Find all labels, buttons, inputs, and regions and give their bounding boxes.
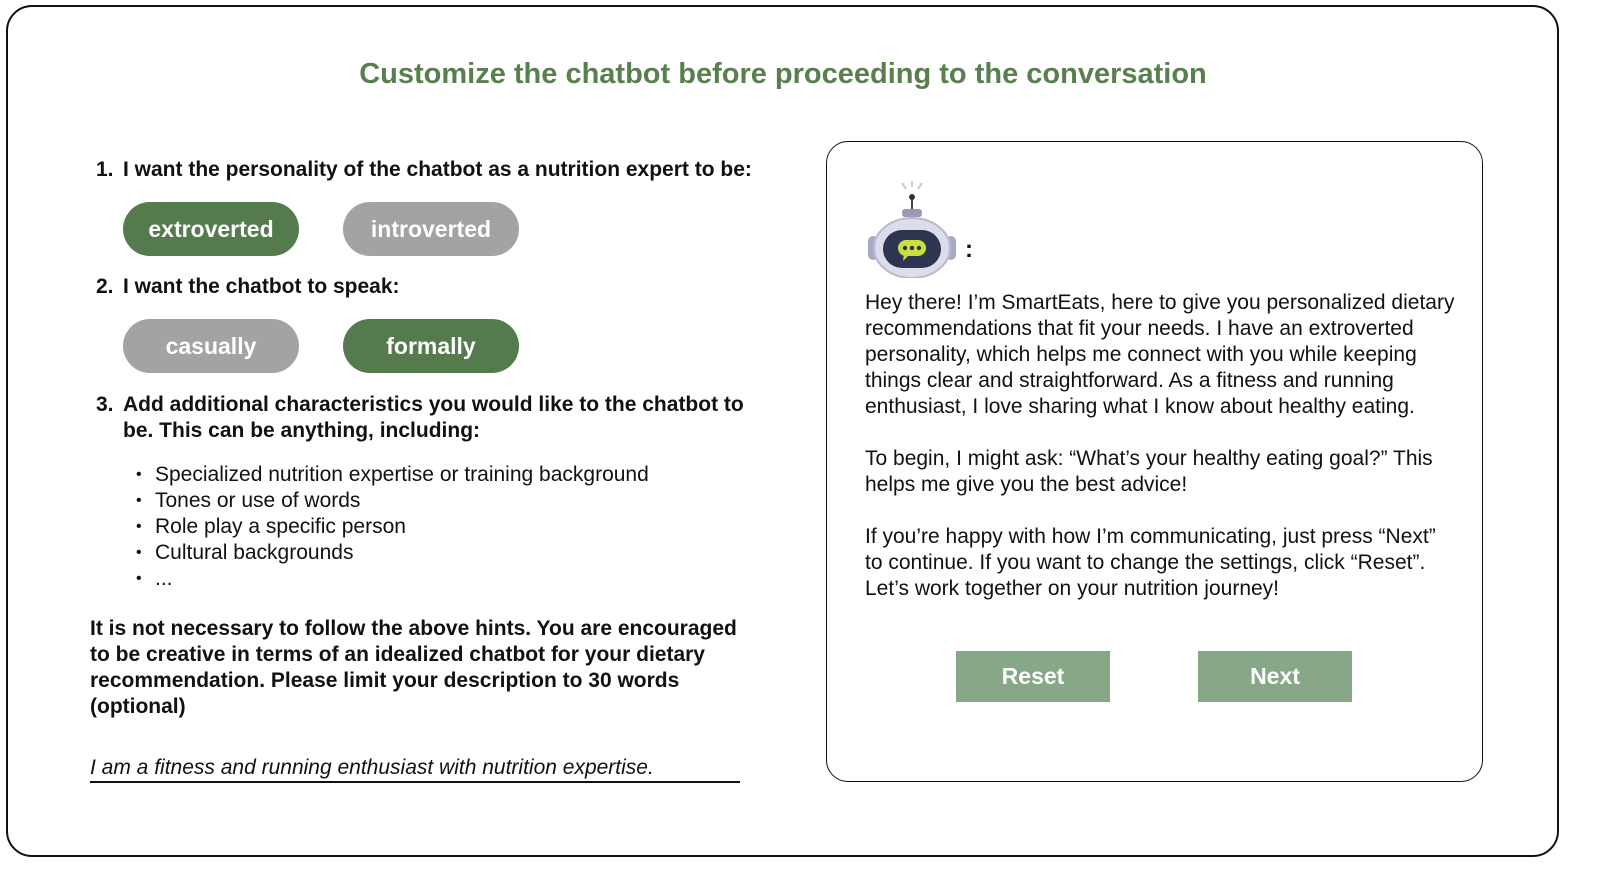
option-extroverted-button[interactable]: extroverted <box>123 202 299 256</box>
question-2-text: I want the chatbot to speak: <box>123 275 400 298</box>
hint-item: ... <box>130 566 649 592</box>
next-button[interactable]: Next <box>1198 651 1352 702</box>
question-3-text: Add additional characteristics you would… <box>123 393 744 442</box>
characteristics-input[interactable] <box>90 754 740 783</box>
question-3-number: 3. <box>96 393 114 416</box>
question-1-number: 1. <box>96 158 114 181</box>
option-introverted-button[interactable]: introverted <box>343 202 519 256</box>
question-2-number: 2. <box>96 275 114 298</box>
speaker-colon: : <box>965 236 973 263</box>
hint-item: Role play a specific person <box>130 514 649 540</box>
hint-item: Specialized nutrition expertise or train… <box>130 462 649 488</box>
option-casually-button[interactable]: casually <box>123 319 299 373</box>
question-3: 3. Add additional characteristics you wo… <box>96 392 756 444</box>
chatbot-message: Hey there! I’m SmartEats, here to give y… <box>865 290 1455 628</box>
hint-item: Cultural backgrounds <box>130 540 649 566</box>
message-paragraph: Hey there! I’m SmartEats, here to give y… <box>865 291 1455 418</box>
page-title: Customize the chatbot before proceeding … <box>359 58 1207 90</box>
reset-button[interactable]: Reset <box>956 651 1110 702</box>
option-formally-button[interactable]: formally <box>343 319 519 373</box>
message-paragraph: To begin, I might ask: “What’s your heal… <box>865 447 1433 496</box>
question-1-text: I want the personality of the chatbot as… <box>123 158 752 181</box>
hint-item: Tones or use of words <box>130 488 649 514</box>
message-paragraph: If you’re happy with how I’m communicati… <box>865 525 1436 600</box>
question-1: 1. I want the personality of the chatbot … <box>96 158 752 182</box>
robot-chat-icon <box>868 181 956 278</box>
instruction-note: It is not necessary to follow the above … <box>90 617 737 718</box>
question-2: 2. I want the chatbot to speak: <box>96 275 400 299</box>
hint-list: Specialized nutrition expertise or train… <box>130 462 649 592</box>
